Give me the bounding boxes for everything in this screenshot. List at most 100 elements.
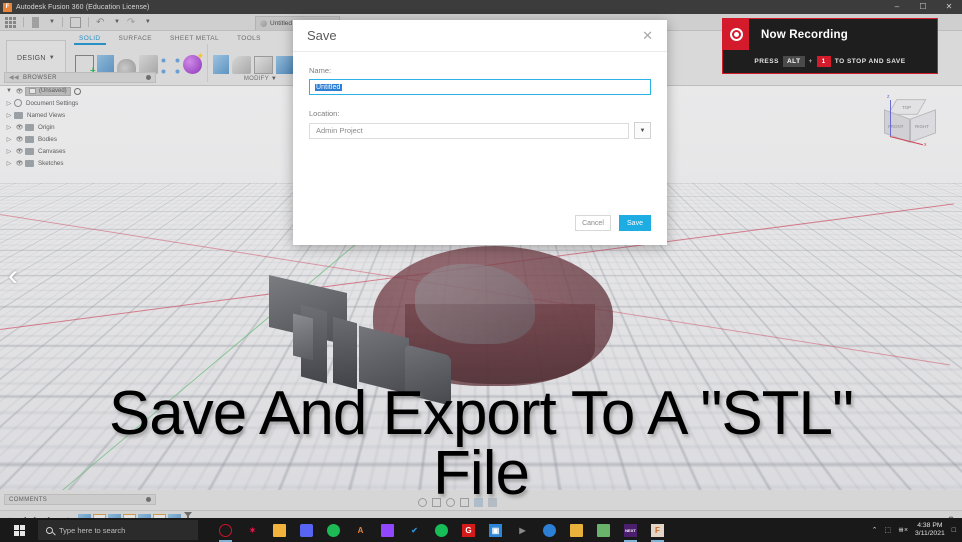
taskbar-app-discord[interactable] — [293, 518, 320, 542]
volume-icon[interactable]: ⧻× — [898, 526, 908, 534]
activate-component-icon[interactable] — [73, 87, 81, 95]
visibility-eye-icon[interactable]: 👁 — [14, 160, 25, 167]
chevron-down-icon: ▼ — [639, 127, 646, 134]
divider — [23, 17, 24, 27]
close-icon[interactable]: ✕ — [936, 0, 962, 14]
chevron-down-icon[interactable]: ▼ — [49, 19, 55, 25]
pattern-icon[interactable] — [161, 58, 180, 74]
expand-arrow-icon[interactable]: ▷ — [4, 160, 14, 167]
browser-label: BROWSER — [23, 74, 57, 81]
workspace-switcher-button[interactable]: DESIGN ▼ — [6, 40, 66, 76]
notification-icon[interactable]: □ — [952, 527, 956, 534]
close-icon[interactable]: ✕ — [642, 29, 653, 42]
save-icon[interactable] — [69, 16, 81, 28]
x-axis-label: x — [924, 142, 927, 148]
record-icon — [729, 28, 743, 41]
recording-banner-hint: PRESS ALT + 1 TO STOP AND SAVE — [723, 50, 937, 73]
start-button[interactable] — [0, 518, 38, 542]
recording-banner-top: Now Recording — [723, 19, 937, 50]
chevron-down-icon[interactable]: ▼ — [114, 19, 120, 25]
undo-icon[interactable]: ↶ — [96, 17, 107, 28]
taskbar-app-chrome[interactable] — [536, 518, 563, 542]
system-tray: ⌃ ⬚ ⧻× 4:38 PM 3/11/2021 □ — [872, 522, 962, 539]
taskbar-app-blue-box[interactable]: ▣ — [482, 518, 509, 542]
maximize-icon[interactable]: ☐ — [910, 0, 936, 14]
display-settings-icon[interactable] — [474, 498, 483, 507]
view-cube[interactable]: TOP FRONT RIGHT z x — [878, 94, 940, 166]
visibility-eye-icon[interactable]: 👁 — [14, 136, 25, 143]
chevron-down-icon[interactable]: ▼ — [145, 19, 151, 25]
grid-snap-icon[interactable] — [488, 498, 497, 507]
taskbar-app-green[interactable] — [428, 518, 455, 542]
zoom-icon[interactable] — [446, 498, 455, 507]
taskbar-app-red[interactable]: ✶ — [239, 518, 266, 542]
comments-settings-icon[interactable] — [146, 497, 151, 502]
new-document-icon[interactable] — [31, 16, 42, 28]
expand-arrow-icon[interactable]: ▷ — [4, 124, 14, 131]
search-input[interactable]: Type here to search — [38, 520, 198, 540]
folder-icon — [25, 123, 34, 131]
visibility-eye-icon[interactable]: 👁 — [14, 148, 25, 155]
tray-chevron-icon[interactable]: ⌃ — [872, 526, 878, 534]
taskbar-app-next[interactable]: NEXT — [617, 518, 644, 542]
tree-item-sketches[interactable]: ▷ 👁 Sketches — [4, 157, 156, 169]
clock[interactable]: 4:38 PM 3/11/2021 — [915, 522, 945, 539]
taskbar-app-explorer[interactable] — [266, 518, 293, 542]
create-form-icon[interactable]: ✦ — [183, 52, 204, 74]
browser-root-row[interactable]: ▼ 👁 (Unsaved) — [4, 85, 156, 97]
browser-collapse-icon[interactable]: ◀◀ — [9, 74, 19, 81]
tree-item-origin[interactable]: ▷ 👁 Origin — [4, 121, 156, 133]
visibility-eye-icon[interactable]: 👁 — [14, 88, 25, 95]
dialog-body: Name: Untitled Location: Admin Project ▼ — [293, 52, 667, 139]
taskbar-app-folder[interactable] — [563, 518, 590, 542]
location-input[interactable]: Admin Project — [309, 122, 629, 139]
visibility-eye-icon[interactable]: 👁 — [14, 124, 25, 131]
minimize-icon[interactable]: – — [884, 0, 910, 14]
tree-item-label: Canvases — [38, 147, 66, 155]
expand-arrow-icon[interactable]: ▷ — [4, 148, 14, 155]
taskbar-app-spotify[interactable] — [320, 518, 347, 542]
expand-arrow-icon[interactable]: ▷ — [4, 136, 14, 143]
location-dropdown-button[interactable]: ▼ — [634, 122, 651, 139]
model-letter-block-4 — [359, 325, 409, 395]
taskbar-app-autodesk[interactable]: A — [347, 518, 374, 542]
tree-item-bodies[interactable]: ▷ 👁 Bodies — [4, 133, 156, 145]
network-icon[interactable]: ⬚ — [884, 526, 891, 534]
expand-arrow-icon[interactable]: ▷ — [4, 112, 14, 119]
shell-icon[interactable] — [254, 56, 273, 74]
app-grid-icon[interactable] — [5, 16, 16, 28]
comments-panel-header[interactable]: COMMENTS — [4, 494, 156, 505]
fit-icon[interactable] — [460, 498, 469, 507]
tree-item-document-settings[interactable]: ▷ Document Settings — [4, 97, 156, 109]
fusion-icon: F — [651, 523, 664, 537]
expand-arrow-icon[interactable]: ▼ — [4, 88, 14, 94]
press-pull-icon[interactable] — [213, 55, 229, 74]
root-node-chip[interactable]: (Unsaved) — [25, 86, 71, 96]
cancel-button[interactable]: Cancel — [575, 215, 611, 231]
fillet-icon[interactable] — [232, 56, 251, 74]
expand-arrow-icon[interactable]: ▷ — [4, 100, 14, 107]
browser-panel-header[interactable]: ◀◀ BROWSER — [4, 72, 156, 83]
redo-icon[interactable]: ↷ — [127, 17, 138, 28]
taskbar-app-opera[interactable] — [212, 518, 239, 542]
save-button[interactable]: Save — [619, 215, 651, 231]
name-input-value: Untitled — [315, 83, 342, 91]
folder-icon — [25, 135, 34, 143]
autodesk-icon: A — [357, 525, 364, 535]
taskbar-app-check[interactable]: ✔ — [401, 518, 428, 542]
3d-model[interactable] — [255, 246, 635, 476]
taskbar-app-fusion[interactable]: F — [644, 518, 671, 542]
recording-title: Now Recording — [761, 28, 848, 41]
tree-item-named-views[interactable]: ▷ Named Views — [4, 109, 156, 121]
pan-icon[interactable] — [432, 498, 441, 507]
taskbar-app-camera[interactable]: ▶ — [509, 518, 536, 542]
taskbar-app-g[interactable]: G — [455, 518, 482, 542]
taskbar-app-twitch[interactable] — [374, 518, 401, 542]
orbit-icon[interactable] — [418, 498, 427, 507]
name-input[interactable]: Untitled — [309, 79, 651, 95]
taskbar-app-notes[interactable] — [590, 518, 617, 542]
tree-item-canvases[interactable]: ▷ 👁 Canvases — [4, 145, 156, 157]
browser-settings-icon[interactable] — [146, 75, 151, 80]
previous-page-arrow[interactable]: ‹ — [8, 261, 18, 291]
modify-group-label[interactable]: MODIFY ▼ — [244, 76, 277, 82]
